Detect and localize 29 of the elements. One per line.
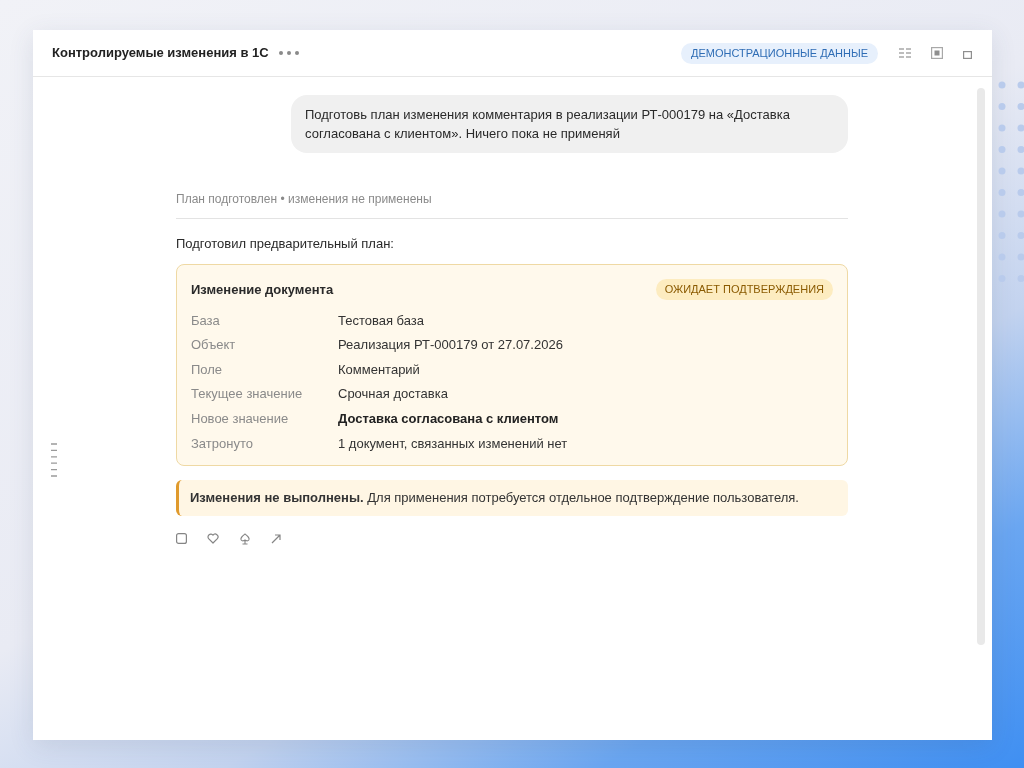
field-value: Реализация РТ-000179 от 27.07.2026 xyxy=(338,336,563,355)
field-value: Срочная доставка xyxy=(338,385,448,404)
status-badge: ОЖИДАЕТ ПОДТВЕРЖДЕНИЯ xyxy=(655,279,833,300)
field-label: Поле xyxy=(191,360,224,379)
user-message-bubble: Подготовь план изменения комментария в реализации РТ-000179 на «Доставка согласована с клиентом». Ничего пока не применяй xyxy=(291,95,848,153)
small-square-icon[interactable] xyxy=(963,50,972,59)
field-value: Доставка согласована с клиентом xyxy=(338,409,559,428)
warning-notice: Изменения не выполнены. Для применения потребуется отдельное подтверждение пользователя. xyxy=(176,479,848,516)
framed-square-icon[interactable] xyxy=(931,47,943,59)
demo-data-badge: ДЕМОНСТРАЦИОННЫЕ ДАННЫЕ xyxy=(680,42,878,64)
heart-icon[interactable] xyxy=(207,533,219,545)
spade-icon[interactable] xyxy=(239,532,251,545)
window-title: Контролируемые изменения в 1С xyxy=(52,44,269,63)
field-value: Комментарий xyxy=(338,360,420,379)
field-label: Объект xyxy=(191,336,237,355)
field-label: Текущее значение xyxy=(191,385,304,404)
list-icon[interactable] xyxy=(899,48,911,58)
square-icon[interactable] xyxy=(176,533,187,545)
card-title: Изменение документа xyxy=(191,280,334,299)
field-label: База xyxy=(191,311,221,330)
field-label: Новое значение xyxy=(191,409,290,428)
intro-text: Подготовил предварительный план: xyxy=(176,235,395,253)
more-icon[interactable] xyxy=(278,51,299,55)
field-label: Затронуто xyxy=(191,434,254,453)
field-value: Тестовая база xyxy=(338,311,425,330)
status-text: План подготовлен • изменения не применены xyxy=(176,192,432,206)
arrow-up-right-icon[interactable] xyxy=(271,533,281,544)
field-value: 1 документ, связанных изменений нет xyxy=(338,434,568,453)
drag-handle-icon[interactable] xyxy=(51,443,57,477)
